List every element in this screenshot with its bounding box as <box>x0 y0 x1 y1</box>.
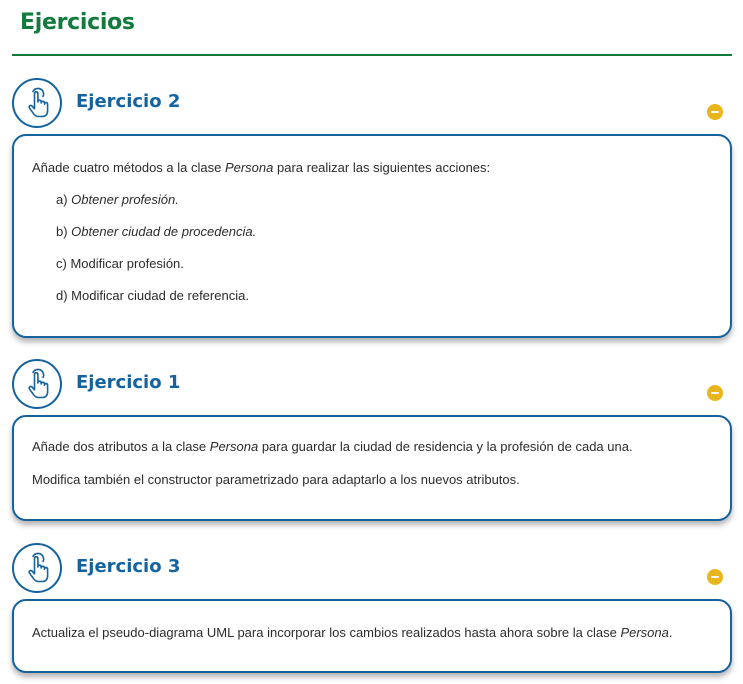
exercise-1-title: Ejercicio 1 <box>76 372 181 393</box>
exercise-3-header: Ejercicio 3 <box>12 543 732 599</box>
body-text-end: para guardar la ciudad de residencia y l… <box>258 439 633 454</box>
list-item-text: Obtener profesión. <box>71 192 179 207</box>
exercise-1-body: Añade dos atributos a la clase Persona p… <box>12 415 732 521</box>
hand-touch-icon <box>12 78 62 128</box>
exercise-1-line-1: Añade dos atributos a la clase Persona p… <box>32 439 712 455</box>
exercise-1-line-2: Modifica también el constructor parametr… <box>32 472 520 487</box>
title-divider <box>12 54 732 56</box>
exercise-3-line-1: Actualiza el pseudo-diagrama UML para in… <box>32 625 712 641</box>
intro-class-name: Persona <box>224 160 274 175</box>
exercise-2: Ejercicio 2 Añade cuatro métodos a la cl… <box>12 78 732 340</box>
exercise-3-body: Actualiza el pseudo-diagrama UML para in… <box>12 599 732 673</box>
class-name: Persona <box>620 625 669 640</box>
hand-touch-icon <box>12 359 62 409</box>
body-text: Añade dos atributos a la clase <box>32 439 210 454</box>
list-item: a) Obtener profesión. <box>32 192 712 208</box>
list-item-prefix: a) <box>56 192 72 207</box>
exercise-3-title: Ejercicio 3 <box>76 556 181 577</box>
intro-text: Añade cuatro métodos a la clase <box>32 160 225 175</box>
exercise-2-title: Ejercicio 2 <box>76 91 181 112</box>
class-name: Persona <box>209 439 259 454</box>
list-item: d) Modificar ciudad de referencia. <box>32 288 712 304</box>
exercise-2-header: Ejercicio 2 <box>12 78 732 134</box>
list-item-text: Obtener ciudad de procedencia. <box>71 224 257 239</box>
page-title: Ejercicios <box>20 10 135 35</box>
collapse-minus-icon[interactable] <box>707 104 723 120</box>
list-item-text: Modificar ciudad de referencia. <box>71 288 249 303</box>
intro-text-end: para realizar las siguientes acciones: <box>273 160 491 175</box>
list-item-prefix: b) <box>56 224 72 239</box>
list-item-prefix: d) <box>56 288 72 303</box>
exercise-2-body: Añade cuatro métodos a la clase Persona … <box>12 134 732 338</box>
exercise-1-header: Ejercicio 1 <box>12 359 732 415</box>
list-item-text: Modificar profesión. <box>70 256 184 271</box>
list-item-prefix: c) <box>56 256 71 271</box>
body-text-end: . <box>668 625 673 640</box>
list-item: c) Modificar profesión. <box>32 256 712 272</box>
exercise-1: Ejercicio 1 Añade dos atributos a la cla… <box>12 359 732 525</box>
exercise-2-intro: Añade cuatro métodos a la clase Persona … <box>32 160 712 176</box>
exercise-3: Ejercicio 3 Actualiza el pseudo-diagrama… <box>12 543 732 679</box>
collapse-minus-icon[interactable] <box>707 569 723 585</box>
body-text: Actualiza el pseudo-diagrama UML para in… <box>32 625 621 640</box>
hand-touch-icon <box>12 543 62 593</box>
list-item: b) Obtener ciudad de procedencia. <box>32 224 712 240</box>
collapse-minus-icon[interactable] <box>707 385 723 401</box>
